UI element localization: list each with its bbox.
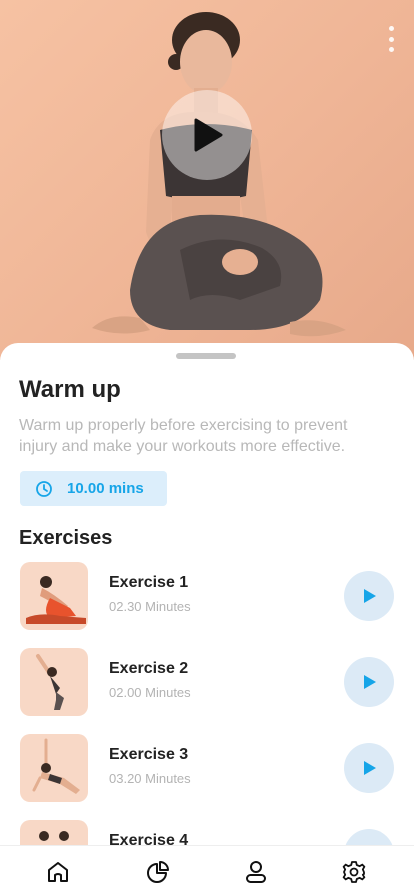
nav-profile[interactable]	[242, 858, 270, 886]
workout-title: Warm up	[19, 376, 121, 403]
exercise-play-button[interactable]	[344, 657, 394, 707]
workout-detail-sheet: Warm up Warm up properly before exercisi…	[0, 343, 414, 853]
exercise-thumbnail	[20, 734, 88, 802]
play-icon	[364, 761, 376, 775]
more-options-icon[interactable]	[384, 26, 398, 52]
exercise-name: Exercise 2	[109, 660, 189, 677]
exercise-name: Exercise 1	[109, 574, 189, 591]
exercise-item[interactable]: Exercise 1 02.30 Minutes	[20, 562, 400, 630]
exercise-duration: 02.30 Minutes	[109, 599, 191, 614]
sheet-drag-handle[interactable]	[176, 353, 236, 359]
exercise-duration: 02.00 Minutes	[109, 685, 191, 700]
settings-icon	[342, 861, 366, 883]
exercise-name: Exercise 3	[109, 746, 189, 763]
exercise-duration: 03.20 Minutes	[109, 771, 191, 786]
exercise-thumbnail	[20, 562, 88, 630]
profile-icon	[246, 861, 266, 883]
hero-figure-image	[92, 12, 346, 337]
play-icon	[194, 118, 223, 152]
nav-settings[interactable]	[340, 858, 368, 886]
home-icon	[48, 862, 68, 882]
duration-text: 10.00 mins	[67, 480, 144, 497]
exercises-heading: Exercises	[19, 527, 113, 549]
exercise-play-button[interactable]	[344, 571, 394, 621]
duration-badge: 10.00 mins	[20, 471, 167, 506]
play-video-button[interactable]	[162, 90, 252, 180]
play-icon	[364, 589, 376, 603]
bottom-navigation	[0, 845, 414, 896]
chart-icon	[147, 861, 169, 883]
exercise-thumbnail	[20, 648, 88, 716]
clock-icon	[36, 480, 52, 497]
exercise-play-button[interactable]	[344, 743, 394, 793]
nav-stats[interactable]	[144, 858, 172, 886]
hero-video[interactable]	[0, 0, 414, 360]
workout-description: Warm up properly before exercising to pr…	[19, 417, 348, 455]
play-icon	[364, 675, 376, 689]
exercise-item[interactable]: Exercise 2 02.00 Minutes	[20, 648, 400, 716]
nav-home[interactable]	[44, 858, 72, 886]
exercise-item[interactable]: Exercise 3 03.20 Minutes	[20, 734, 400, 802]
